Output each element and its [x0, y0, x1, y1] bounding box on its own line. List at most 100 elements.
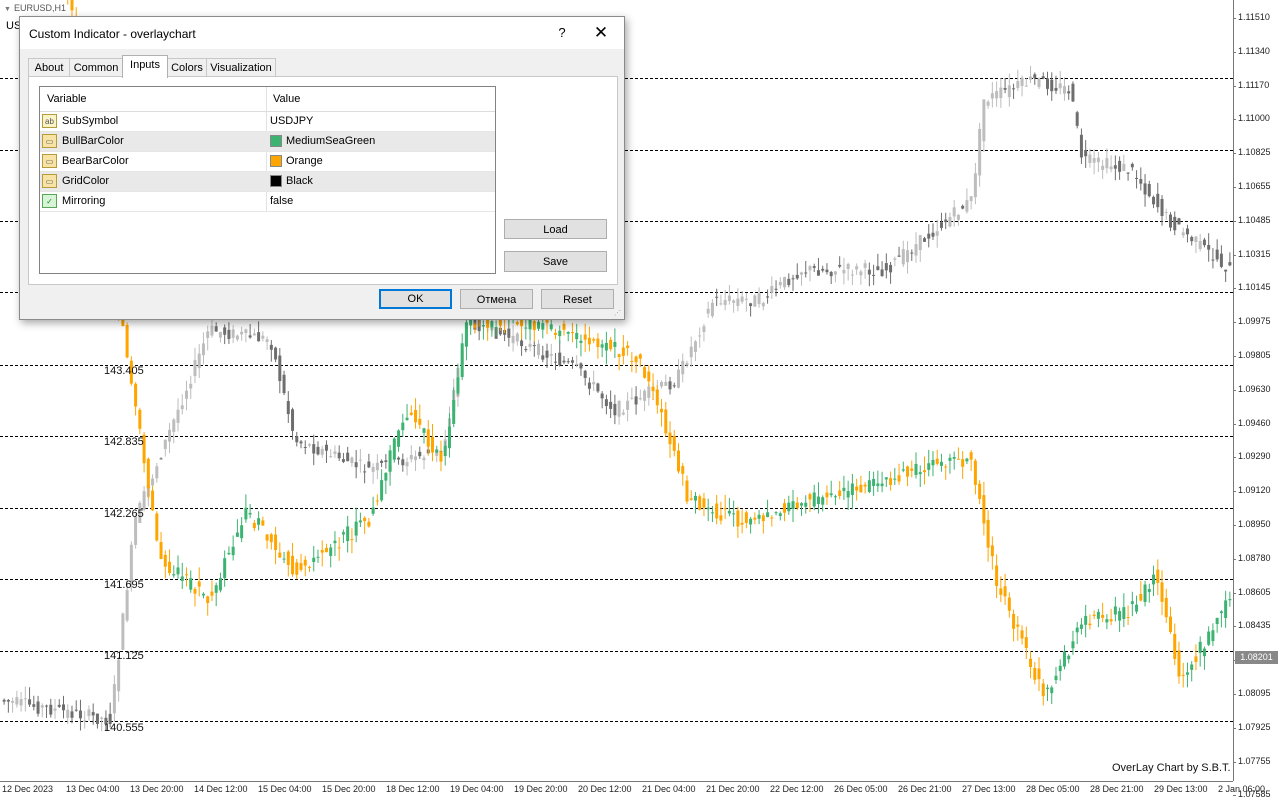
input-row-mirroring[interactable]: ✓ Mirroring false [40, 192, 495, 212]
overlay-candle-body [1020, 630, 1024, 639]
variable-value[interactable]: false [270, 195, 293, 207]
overlay-candle-body [180, 576, 184, 581]
main-candle-body [647, 386, 651, 398]
overlay-candle-body [371, 507, 375, 514]
overlay-candle-body [1160, 582, 1164, 602]
color-swatch[interactable] [270, 135, 282, 147]
overlay-candle-body [914, 463, 918, 475]
cancel-button[interactable]: Отмена [460, 289, 533, 309]
main-candle-body [863, 263, 867, 268]
main-candle-body [952, 207, 956, 217]
main-candle-body [507, 328, 511, 338]
main-candle-body [740, 296, 744, 302]
main-candle-body [727, 295, 731, 301]
main-candle-body [282, 374, 286, 394]
main-candle-body [528, 343, 532, 347]
close-button[interactable]: ✕ [588, 21, 614, 45]
main-candle-body [609, 401, 613, 409]
main-candle-body [1190, 237, 1194, 242]
main-candle-body [757, 293, 761, 305]
variable-name: Mirroring [62, 195, 106, 207]
overlay-candle-body [151, 490, 155, 511]
main-candle-body [163, 439, 167, 449]
tab-visualization[interactable]: Visualization [206, 58, 276, 77]
input-row-gridcolor[interactable]: ▭ GridColor Black [40, 172, 495, 192]
overlay-candle-body [952, 456, 956, 459]
overlay-candle-body [664, 409, 668, 434]
overlay-candle-body [252, 522, 256, 529]
overlay-candle-body [189, 578, 193, 590]
column-header-value[interactable]: Value [273, 93, 300, 105]
main-candle-body [74, 709, 78, 711]
overlay-candle-body [812, 492, 816, 507]
variable-value[interactable]: Orange [286, 155, 323, 167]
tab-common[interactable]: Common [69, 58, 123, 77]
overlay-candle-body [681, 466, 685, 474]
main-candle-body [409, 455, 413, 460]
overlay-candle-body [587, 337, 591, 345]
main-candle-body [299, 441, 303, 444]
main-candle-body [151, 478, 155, 486]
overlay-candle-body [163, 554, 167, 567]
main-candle-body [1033, 74, 1037, 79]
overlay-candle-body [583, 334, 587, 340]
main-candle-body [545, 350, 549, 358]
time-axis[interactable]: 12 Dec 2023 13 Dec 04:00 13 Dec 20:00 14 De… [0, 781, 1265, 801]
main-candle-body [961, 205, 965, 209]
time-tick-label: 26 Dec 05:00 [834, 784, 888, 794]
main-candle-body [587, 382, 591, 389]
overlay-candle-body [643, 367, 647, 378]
resize-grip-icon[interactable]: ⋰ [614, 309, 622, 317]
tab-inputs[interactable]: Inputs [122, 55, 168, 78]
main-candle-body [329, 456, 333, 458]
main-candle-body [240, 331, 244, 335]
tab-colors[interactable]: Colors [167, 58, 207, 77]
main-candle-body [918, 235, 922, 251]
color-swatch[interactable] [270, 155, 282, 167]
overlay-candle-body [1139, 593, 1143, 601]
overlay-candle-body [829, 493, 833, 496]
overlay-candle-body [494, 327, 498, 329]
overlay-candle-body [312, 557, 316, 563]
main-candle-body [422, 457, 426, 461]
main-candle-body [1020, 77, 1024, 86]
input-row-subsymbol[interactable]: ab SubSymbol USDJPY [40, 112, 495, 132]
variable-value[interactable]: Black [286, 175, 313, 187]
main-candle-body [1113, 165, 1117, 169]
overlay-candle-body [1075, 627, 1079, 633]
dialog-titlebar[interactable]: Custom Indicator - overlaychart ? ✕ [20, 17, 624, 49]
input-row-bullbarcolor[interactable]: ▭ BullBarColor MediumSeaGreen [40, 132, 495, 152]
main-candle-body [62, 704, 65, 711]
main-candle-body [278, 355, 282, 382]
main-candle-body [681, 360, 685, 375]
tab-about[interactable]: About [28, 58, 70, 77]
time-tick-label: 13 Dec 20:00 [130, 784, 184, 794]
main-candle-body [668, 381, 672, 390]
column-header-variable[interactable]: Variable [47, 93, 87, 105]
overlay-candle-body [710, 512, 714, 514]
overlay-candle-body [308, 566, 311, 568]
price-tick-label: 1.10315 [1233, 248, 1271, 259]
main-candle-body [549, 354, 553, 356]
input-row-bearbarcolor[interactable]: ▭ BearBarColor Orange [40, 152, 495, 172]
price-tick-label: 1.09460 [1233, 417, 1271, 428]
overlay-candle-body [1029, 658, 1033, 668]
save-button[interactable]: Save [504, 251, 607, 272]
overlay-candle-body [1054, 675, 1058, 681]
main-candle-body [1160, 198, 1164, 217]
overlay-candle-body [558, 330, 562, 337]
main-candle-body [923, 238, 926, 242]
overlay-candle-body [274, 534, 278, 550]
help-button[interactable]: ? [552, 23, 572, 43]
main-candle-body [833, 271, 837, 275]
overlay-candle-body [1101, 614, 1105, 618]
load-button[interactable]: Load [504, 219, 607, 239]
main-candle-body [910, 252, 914, 254]
variable-value[interactable]: USDJPY [270, 115, 313, 127]
overlay-candle-body [206, 596, 210, 604]
collapse-triangle-icon[interactable]: ▼ [4, 6, 11, 13]
color-swatch[interactable] [270, 175, 282, 187]
ok-button[interactable]: OK [379, 289, 452, 309]
variable-value[interactable]: MediumSeaGreen [286, 135, 375, 147]
reset-button[interactable]: Reset [541, 289, 614, 309]
